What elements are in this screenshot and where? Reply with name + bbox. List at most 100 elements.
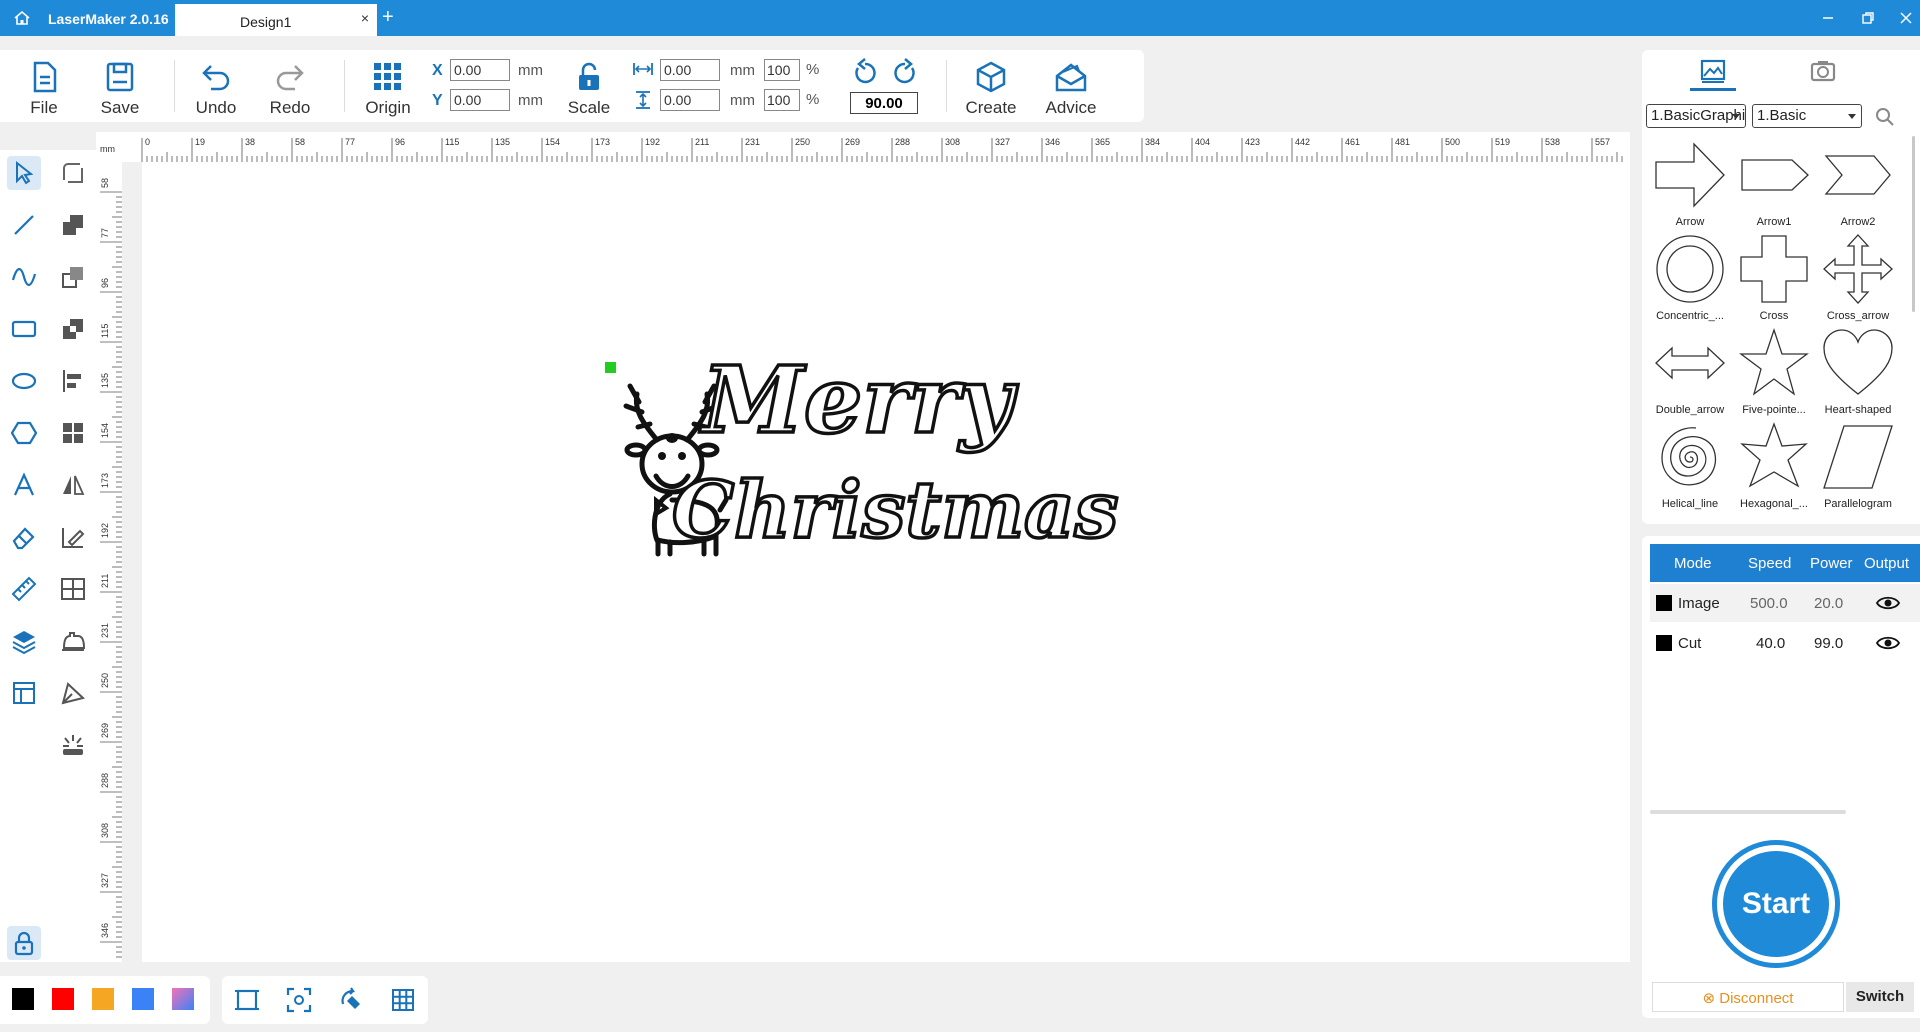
eye-icon[interactable] xyxy=(1876,594,1900,612)
layer-color-swatch xyxy=(1656,595,1672,611)
close-window-icon[interactable] xyxy=(1898,10,1914,26)
color-swatch-red[interactable] xyxy=(52,988,74,1010)
array-tool[interactable] xyxy=(56,572,90,606)
redo-button[interactable]: Redo xyxy=(260,50,320,122)
shape-item[interactable]: Hexagonal_... xyxy=(1732,420,1816,514)
boolean-union-tool[interactable] xyxy=(56,208,90,242)
switch-button[interactable]: Switch xyxy=(1846,982,1914,1012)
toolbar-divider xyxy=(174,60,175,112)
rotation-input[interactable] xyxy=(850,92,918,114)
lock-tool[interactable] xyxy=(7,926,41,960)
edit-path-tool[interactable] xyxy=(56,520,90,554)
boolean-subtract-tool[interactable] xyxy=(56,260,90,294)
shape-scrollbar[interactable] xyxy=(1912,136,1915,312)
subtract-icon xyxy=(62,267,83,288)
minimize-icon[interactable] xyxy=(1820,10,1836,26)
table-icon xyxy=(13,682,35,704)
ruler-label: 365 xyxy=(1095,137,1110,147)
scale-lock-button[interactable]: Scale xyxy=(558,50,620,122)
width-percent-input[interactable] xyxy=(764,59,800,81)
width-unit: mm xyxy=(730,62,755,79)
shape-item[interactable]: Concentric_... xyxy=(1648,232,1732,326)
node-edit-tool[interactable] xyxy=(56,156,90,190)
home-icon[interactable] xyxy=(12,8,32,28)
start-button[interactable]: Start xyxy=(1712,840,1840,968)
rectangle-tool[interactable] xyxy=(7,312,41,346)
subcategory-select[interactable]: 1.Basic xyxy=(1752,104,1862,128)
origin-button[interactable]: Origin xyxy=(356,50,420,122)
polygon-tool[interactable] xyxy=(7,416,41,450)
color-swatch-blue[interactable] xyxy=(132,988,154,1010)
fit-selection-icon[interactable] xyxy=(286,987,312,1013)
advice-button[interactable]: Advice xyxy=(1038,50,1104,122)
color-swatch-orange[interactable] xyxy=(92,988,114,1010)
rotate-left-icon[interactable] xyxy=(850,58,880,88)
select-tool[interactable] xyxy=(7,156,41,190)
fit-page-icon[interactable] xyxy=(234,987,260,1013)
cross-icon xyxy=(1740,235,1808,303)
pan-rotate-icon[interactable] xyxy=(338,987,364,1013)
gallery-tab-icon[interactable] xyxy=(1698,56,1728,86)
file-button[interactable]: File xyxy=(14,50,74,122)
tab-close-button[interactable]: × xyxy=(361,10,369,26)
measure-tool[interactable] xyxy=(7,572,41,606)
ruler-label: 384 xyxy=(1145,137,1160,147)
align-tool[interactable] xyxy=(56,364,90,398)
save-button[interactable]: Save xyxy=(90,50,150,122)
layers-tool[interactable] xyxy=(7,624,41,658)
line-tool[interactable] xyxy=(7,208,41,242)
layer-speed: 500.0 xyxy=(1750,595,1788,612)
shape-item[interactable]: Arrow1 xyxy=(1732,138,1816,232)
design-canvas[interactable]: Merry Christmas xyxy=(142,162,1630,962)
color-swatch-gradient[interactable] xyxy=(172,988,194,1010)
eraser-tool[interactable] xyxy=(7,520,41,554)
height-percent-input[interactable] xyxy=(764,89,800,111)
ruler-label: 0 xyxy=(145,137,150,147)
x-position-input[interactable] xyxy=(450,59,510,81)
arrange-tool[interactable] xyxy=(56,416,90,450)
merry-christmas-text-art[interactable]: Merry Christmas xyxy=(672,342,1132,592)
boolean-intersect-tool[interactable] xyxy=(56,312,90,346)
camera-tab-icon[interactable] xyxy=(1808,56,1838,86)
hand-tool[interactable] xyxy=(56,624,90,658)
shape-item[interactable]: Five-pointe... xyxy=(1732,326,1816,420)
draw-tool[interactable] xyxy=(56,676,90,710)
shape-item[interactable]: Helical_line xyxy=(1648,420,1732,514)
shape-item[interactable]: Parallelogram xyxy=(1816,420,1900,514)
category-select[interactable]: 1.BasicGraphics xyxy=(1646,104,1746,128)
shape-item[interactable]: Double_arrow xyxy=(1648,326,1732,420)
ruler-label: 250 xyxy=(795,137,810,147)
y-position-input[interactable] xyxy=(450,89,510,111)
new-tab-button[interactable]: + xyxy=(382,6,394,29)
line-icon xyxy=(14,215,34,235)
table-tool[interactable] xyxy=(7,676,41,710)
height-input[interactable] xyxy=(660,89,720,111)
width-input[interactable] xyxy=(660,59,720,81)
shape-item[interactable]: Arrow xyxy=(1648,138,1732,232)
text-tool[interactable] xyxy=(7,468,41,502)
intersect-icon xyxy=(63,319,83,339)
shape-item[interactable]: Cross_arrow xyxy=(1816,232,1900,326)
vertical-ruler: 58 77 96 115 135 154 173 192 211 231 250 269 288 308 3… xyxy=(96,162,122,962)
eye-icon[interactable] xyxy=(1876,634,1900,652)
shape-item[interactable]: Heart-shaped xyxy=(1816,326,1900,420)
layer-scrollbar[interactable] xyxy=(1650,810,1846,814)
restore-icon[interactable] xyxy=(1860,10,1876,26)
disconnect-button[interactable]: ⊗ Disconnect xyxy=(1652,982,1844,1012)
create-button[interactable]: Create xyxy=(958,50,1024,122)
layer-row-cut[interactable]: Cut 40.0 99.0 xyxy=(1650,624,1920,662)
search-icon[interactable] xyxy=(1874,106,1896,128)
grid-icon[interactable] xyxy=(390,987,416,1013)
undo-label: Undo xyxy=(195,98,237,117)
shape-item[interactable]: Arrow2 xyxy=(1816,138,1900,232)
tab-design1[interactable]: Design1 × xyxy=(175,4,377,36)
rotate-right-icon[interactable] xyxy=(890,58,920,88)
ellipse-tool[interactable] xyxy=(7,364,41,398)
mirror-tool[interactable] xyxy=(56,468,90,502)
shape-item[interactable]: Cross xyxy=(1732,232,1816,326)
burst-tool[interactable] xyxy=(56,728,90,762)
layer-row-image[interactable]: Image 500.0 20.0 xyxy=(1650,584,1920,622)
color-swatch-black[interactable] xyxy=(12,988,34,1010)
undo-button[interactable]: Undo xyxy=(186,50,246,122)
curve-tool[interactable] xyxy=(7,260,41,294)
